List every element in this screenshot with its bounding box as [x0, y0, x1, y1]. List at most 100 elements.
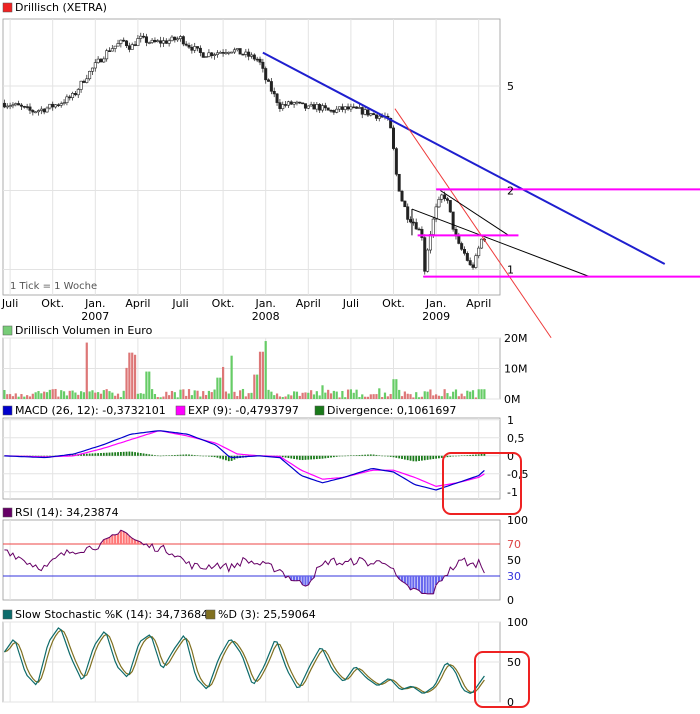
- candle-body-168: [480, 239, 482, 248]
- volume-bar-26: [77, 395, 79, 399]
- candle-body-18: [54, 105, 56, 107]
- volume-bar-104: [299, 396, 301, 399]
- volume-bar-131: [375, 394, 377, 399]
- candle-body-82: [236, 48, 238, 49]
- macd-panel: MACD (26, 12): -0,3732101 EXP (9): -0,47…: [3, 404, 528, 499]
- divergence-bar-31: [92, 453, 94, 455]
- candle-body-62: [179, 37, 181, 39]
- rsi-overbought-fill-37: [108, 537, 110, 544]
- divergence-bar-76: [219, 456, 221, 459]
- candle-body-167: [478, 248, 480, 256]
- divergence-bar-107: [307, 456, 309, 460]
- x-tick-label-4: Juli: [171, 297, 188, 310]
- volume-bar-54: [157, 397, 159, 399]
- candle-body-115: [330, 110, 332, 111]
- volume-bar-136: [390, 394, 392, 399]
- volume-bar-132: [378, 388, 380, 399]
- divergence-bar-135: [387, 456, 389, 457]
- candle-body-120: [344, 107, 346, 110]
- volume-bar-140: [401, 396, 403, 399]
- volume-bar-55: [160, 397, 162, 399]
- candle-body-149: [426, 250, 428, 271]
- volume-bar-1: [6, 394, 8, 399]
- volume-bar-158: [452, 392, 454, 399]
- candle-body-111: [318, 104, 320, 110]
- stoch-y-tick-1: 50: [507, 656, 521, 669]
- candle-body-2: [9, 106, 11, 107]
- candle-body-44: [128, 46, 130, 50]
- rsi-overbought-fill-42: [123, 531, 125, 544]
- rsi-overbought-fill-43: [125, 533, 127, 544]
- candle-body-140: [401, 191, 403, 201]
- stoch-k-legend-swatch: [3, 610, 12, 619]
- candle-body-109: [313, 105, 315, 110]
- candle-body-75: [216, 53, 218, 55]
- divergence-bar-49: [143, 453, 145, 455]
- volume-bar-83: [239, 390, 241, 399]
- divergence-bar-113: [324, 456, 326, 458]
- tick-note: 1 Tick = 1 Woche: [10, 281, 97, 292]
- candle-body-89: [256, 59, 258, 60]
- volume-bar-162: [463, 396, 465, 399]
- x-tick-label-9: Okt.: [382, 297, 405, 310]
- volume-bar-65: [188, 389, 190, 399]
- candle-body-42: [123, 40, 125, 41]
- candle-body-141: [404, 201, 406, 207]
- candle-body-12: [37, 111, 39, 112]
- candle-body-7: [23, 106, 25, 107]
- candle-body-58: [168, 41, 170, 44]
- volume-bar-120: [344, 397, 346, 399]
- candle-body-101: [290, 102, 292, 104]
- volume-bar-45: [131, 353, 133, 399]
- macd-y-tick-4: -1: [507, 486, 518, 499]
- volume-bar-20: [60, 390, 62, 399]
- volume-bar-11: [35, 392, 37, 399]
- volume-bar-67: [194, 390, 196, 399]
- volume-bar-8: [26, 395, 28, 399]
- candle-body-161: [460, 243, 462, 249]
- volume-bar-43: [125, 368, 127, 399]
- candle-body-40: [117, 44, 119, 47]
- divergence-bar-142: [407, 456, 409, 460]
- volume-bar-52: [151, 389, 153, 399]
- candle-body-64: [185, 44, 187, 45]
- stoch-k-legend-label: Slow Stochastic %K (14): 34,73684: [15, 608, 208, 621]
- volume-bar-48: [140, 393, 142, 399]
- volume-bar-77: [222, 367, 224, 399]
- candle-body-39: [114, 46, 116, 48]
- volume-bar-134: [384, 393, 386, 399]
- macd-y-tick-2: 0: [507, 450, 514, 463]
- candle-body-11: [34, 112, 36, 113]
- divergence-bar-123: [353, 455, 355, 456]
- volume-bar-12: [37, 391, 39, 399]
- candle-body-48: [140, 36, 142, 38]
- volume-bar-23: [69, 391, 71, 399]
- candle-body-144: [412, 222, 414, 223]
- divergence-bar-39: [114, 452, 116, 456]
- divergence-bar-42: [123, 452, 125, 456]
- divergence-bar-29: [86, 454, 88, 456]
- volume-bar-90: [259, 352, 261, 399]
- candle-body-126: [361, 107, 363, 114]
- volume-bar-2: [9, 394, 11, 399]
- divergence-bar-115: [330, 456, 332, 458]
- divergence-bar-78: [225, 456, 227, 460]
- divergence-bar-116: [333, 456, 335, 457]
- candle-body-31: [91, 68, 93, 71]
- candle-body-124: [355, 107, 357, 109]
- exp-legend-swatch: [176, 406, 185, 415]
- divergence-bar-108: [310, 456, 312, 460]
- divergence-bar-150: [430, 456, 432, 460]
- stochastic-panel: Slow Stochastic %K (14): 34,73684 %D (3)…: [3, 608, 528, 709]
- candle-body-13: [40, 109, 42, 110]
- macd-legend-label: MACD (26, 12): -0,3732101: [15, 404, 166, 417]
- chart-stage: Drillisch (XETRA) 125 1 Tick = 1 Woche J…: [0, 0, 700, 710]
- volume-bar-157: [449, 396, 451, 399]
- candle-body-93: [267, 80, 269, 82]
- volume-bar-166: [475, 397, 477, 399]
- rsi-oversold-fill-148: [424, 576, 426, 593]
- candle-body-164: [469, 261, 471, 265]
- candle-body-80: [230, 52, 232, 53]
- volume-bar-59: [171, 391, 173, 399]
- candle-body-132: [378, 116, 380, 118]
